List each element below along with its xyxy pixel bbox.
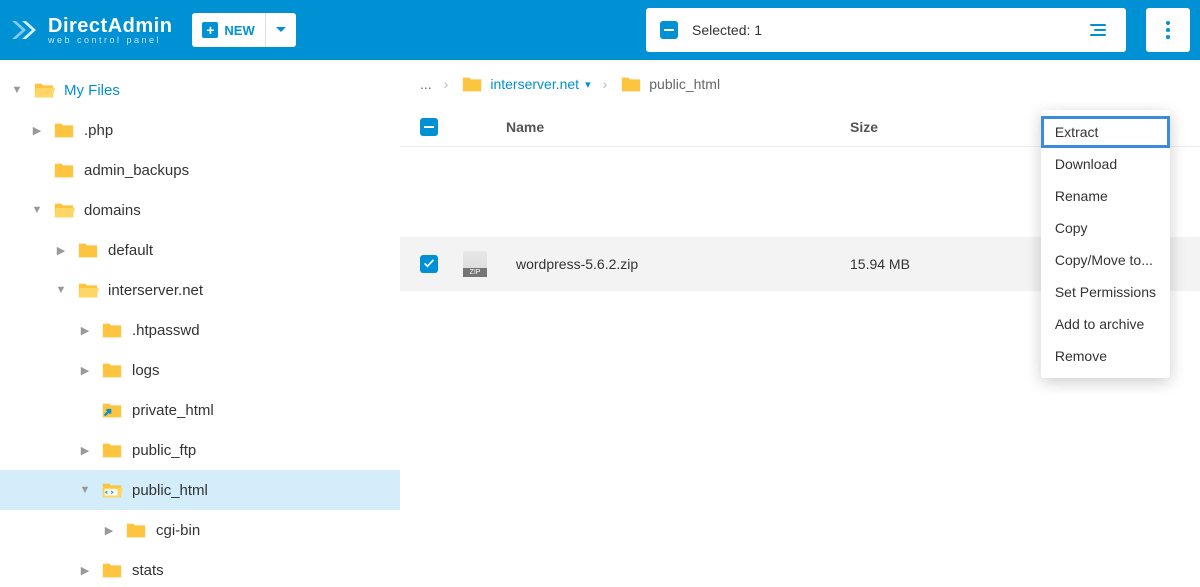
folder-icon bbox=[76, 280, 100, 300]
column-header-name[interactable]: Name bbox=[500, 119, 850, 135]
menu-item-copy[interactable]: Copy bbox=[1041, 212, 1170, 244]
tree-item--htpasswd[interactable]: ▶ .htpasswd bbox=[0, 310, 400, 350]
tree-caret-icon[interactable]: ▶ bbox=[78, 324, 92, 337]
tree-item-admin-backups[interactable]: admin_backups bbox=[0, 150, 400, 190]
tree-item-label: domains bbox=[84, 202, 141, 219]
main-panel: ... › interserver.net ▾ › public_html Na… bbox=[400, 60, 1200, 587]
chevron-right-icon: › bbox=[603, 76, 608, 92]
folder-icon bbox=[619, 74, 643, 94]
menu-item-set-permissions[interactable]: Set Permissions bbox=[1041, 276, 1170, 308]
tree-item-label: default bbox=[108, 242, 153, 259]
tree-item-logs[interactable]: ▶ logs bbox=[0, 350, 400, 390]
chevron-right-icon: › bbox=[444, 76, 449, 92]
tree-item-public-ftp[interactable]: ▶ public_ftp bbox=[0, 430, 400, 470]
folder-icon bbox=[76, 240, 100, 260]
app-header: DirectAdmin web control panel + NEW Sele… bbox=[0, 0, 1200, 60]
breadcrumb-item-current[interactable]: public_html bbox=[619, 74, 720, 94]
tree-caret-icon[interactable]: ▼ bbox=[54, 284, 68, 296]
file-size: 15.94 MB bbox=[850, 256, 1050, 272]
chevron-down-icon: ▼ bbox=[10, 84, 24, 96]
tree-item-label: public_html bbox=[132, 482, 208, 499]
tree-item-domains[interactable]: ▼ domains bbox=[0, 190, 400, 230]
row-checkbox[interactable] bbox=[420, 255, 438, 273]
tree-item-label: private_html bbox=[132, 402, 214, 419]
tree-root[interactable]: ▼ My Files bbox=[0, 70, 400, 110]
folder-icon bbox=[124, 520, 148, 540]
breadcrumb: ... › interserver.net ▾ › public_html bbox=[400, 60, 1200, 108]
folder-icon bbox=[100, 320, 124, 340]
tree-item-label: .htpasswd bbox=[132, 322, 200, 339]
deselect-all-icon[interactable] bbox=[660, 21, 678, 39]
breadcrumb-item[interactable]: interserver.net ▾ bbox=[460, 74, 590, 94]
tree-item-label: stats bbox=[132, 562, 164, 579]
tree-caret-icon[interactable]: ▶ bbox=[30, 124, 44, 137]
folder-icon bbox=[100, 480, 124, 500]
tree-root-label: My Files bbox=[64, 82, 120, 99]
select-all-checkbox[interactable] bbox=[420, 118, 438, 136]
tree-item-label: cgi-bin bbox=[156, 522, 200, 539]
tree-item--php[interactable]: ▶ .php bbox=[0, 110, 400, 150]
tree-item-label: interserver.net bbox=[108, 282, 203, 299]
brand-logo[interactable]: DirectAdmin web control panel bbox=[10, 16, 172, 45]
tree-caret-icon[interactable]: ▶ bbox=[78, 444, 92, 457]
folder-icon bbox=[52, 160, 76, 180]
plus-icon: + bbox=[202, 22, 218, 38]
context-menu: ExtractDownloadRenameCopyCopy/Move to...… bbox=[1041, 110, 1170, 378]
tree-caret-icon[interactable]: ▶ bbox=[78, 364, 92, 377]
folder-open-icon bbox=[32, 80, 56, 100]
selection-count: Selected: 1 bbox=[692, 22, 762, 38]
new-button-dropdown[interactable] bbox=[265, 13, 296, 47]
tree-item-label: public_ftp bbox=[132, 442, 196, 459]
chevron-down-icon[interactable]: ▾ bbox=[585, 78, 591, 91]
menu-item-remove[interactable]: Remove bbox=[1041, 340, 1170, 372]
tree-item-label: logs bbox=[132, 362, 160, 379]
folder-icon bbox=[52, 120, 76, 140]
menu-item-rename[interactable]: Rename bbox=[1041, 180, 1170, 212]
tree-caret-icon[interactable]: ▶ bbox=[54, 244, 68, 257]
breadcrumb-label: interserver.net bbox=[490, 76, 579, 92]
new-button[interactable]: + NEW bbox=[192, 13, 295, 47]
filter-lines-icon[interactable] bbox=[1084, 18, 1112, 42]
menu-item-add-to-archive[interactable]: Add to archive bbox=[1041, 308, 1170, 340]
tree-item-private-html[interactable]: private_html bbox=[0, 390, 400, 430]
column-header-size[interactable]: Size bbox=[850, 119, 1050, 135]
menu-item-download[interactable]: Download bbox=[1041, 148, 1170, 180]
brand-title: DirectAdmin bbox=[48, 16, 172, 36]
more-actions-button[interactable] bbox=[1146, 8, 1190, 52]
folder-icon bbox=[100, 360, 124, 380]
tree-item-label: admin_backups bbox=[84, 162, 189, 179]
tree-caret-icon[interactable]: ▶ bbox=[102, 524, 116, 537]
folder-icon bbox=[460, 74, 484, 94]
tree-item-public-html[interactable]: ▼ public_html bbox=[0, 470, 400, 510]
tree-item-stats[interactable]: ▶ stats bbox=[0, 550, 400, 587]
tree-caret-icon[interactable]: ▼ bbox=[78, 484, 92, 496]
tree-item-label: .php bbox=[84, 122, 113, 139]
menu-item-copy-move-to-[interactable]: Copy/Move to... bbox=[1041, 244, 1170, 276]
breadcrumb-label: public_html bbox=[649, 76, 720, 92]
new-button-label: NEW bbox=[224, 23, 254, 38]
folder-icon bbox=[52, 200, 76, 220]
folder-icon bbox=[100, 560, 124, 580]
selection-bar: Selected: 1 bbox=[646, 8, 1126, 52]
folder-icon bbox=[100, 400, 124, 420]
zip-file-icon bbox=[460, 251, 490, 277]
more-vertical-icon bbox=[1166, 21, 1170, 39]
tree-item-cgi-bin[interactable]: ▶ cgi-bin bbox=[0, 510, 400, 550]
tree-caret-icon[interactable]: ▶ bbox=[78, 564, 92, 577]
tree-caret-icon[interactable]: ▼ bbox=[30, 204, 44, 216]
breadcrumb-ellipsis[interactable]: ... bbox=[420, 76, 432, 92]
logo-chevrons-icon bbox=[10, 17, 40, 43]
file-name: wordpress-5.6.2.zip bbox=[500, 256, 850, 272]
tree-item-default[interactable]: ▶ default bbox=[0, 230, 400, 270]
file-tree-sidebar: ▼ My Files ▶ .php admin_backups ▼ domains ▶ de… bbox=[0, 60, 400, 587]
menu-item-extract[interactable]: Extract bbox=[1041, 116, 1170, 148]
folder-icon bbox=[100, 440, 124, 460]
brand-subtitle: web control panel bbox=[48, 36, 172, 45]
tree-item-interserver-net[interactable]: ▼ interserver.net bbox=[0, 270, 400, 310]
